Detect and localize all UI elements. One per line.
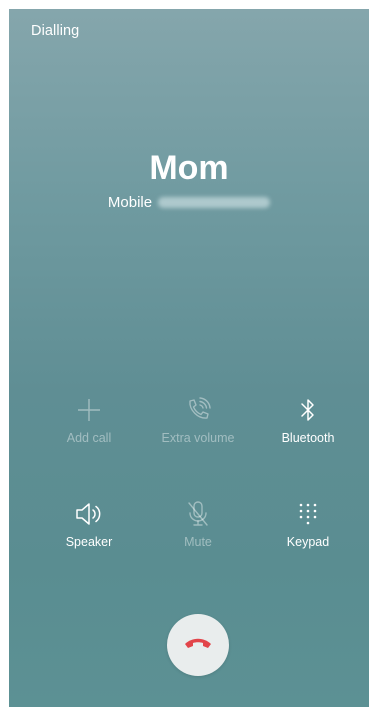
dialpad-icon bbox=[293, 499, 323, 529]
call-screen: Dialling Mom Mobile 031-4014-2365 Add ca… bbox=[9, 9, 369, 707]
speaker-button[interactable]: Speaker bbox=[34, 499, 144, 549]
end-call-icon bbox=[183, 635, 213, 656]
mute-label: Mute bbox=[184, 535, 212, 549]
mic-off-icon bbox=[183, 499, 213, 529]
call-status: Dialling bbox=[31, 23, 80, 39]
line-type-label: Mobile bbox=[107, 194, 153, 211]
bluetooth-button[interactable]: Bluetooth bbox=[253, 395, 363, 445]
bluetooth-icon bbox=[293, 395, 323, 425]
add-call-button[interactable]: Add call bbox=[34, 395, 144, 445]
phone-number: 031-4014-2365 bbox=[158, 197, 271, 208]
end-call-button[interactable] bbox=[167, 614, 229, 676]
plus-icon bbox=[74, 395, 104, 425]
caller-name: Mom bbox=[149, 149, 229, 187]
extra-volume-label: Extra volume bbox=[161, 431, 235, 445]
bluetooth-label: Bluetooth bbox=[281, 431, 335, 445]
phone-volume-icon bbox=[183, 395, 213, 425]
mute-button[interactable]: Mute bbox=[143, 499, 253, 549]
caller-number-row: Mobile 031-4014-2365 bbox=[9, 194, 369, 211]
add-call-label: Add call bbox=[66, 431, 112, 445]
extra-volume-button[interactable]: Extra volume bbox=[143, 395, 253, 445]
speaker-label: Speaker bbox=[65, 535, 113, 549]
keypad-label: Keypad bbox=[286, 535, 330, 549]
keypad-button[interactable]: Keypad bbox=[253, 499, 363, 549]
speaker-icon bbox=[74, 499, 104, 529]
